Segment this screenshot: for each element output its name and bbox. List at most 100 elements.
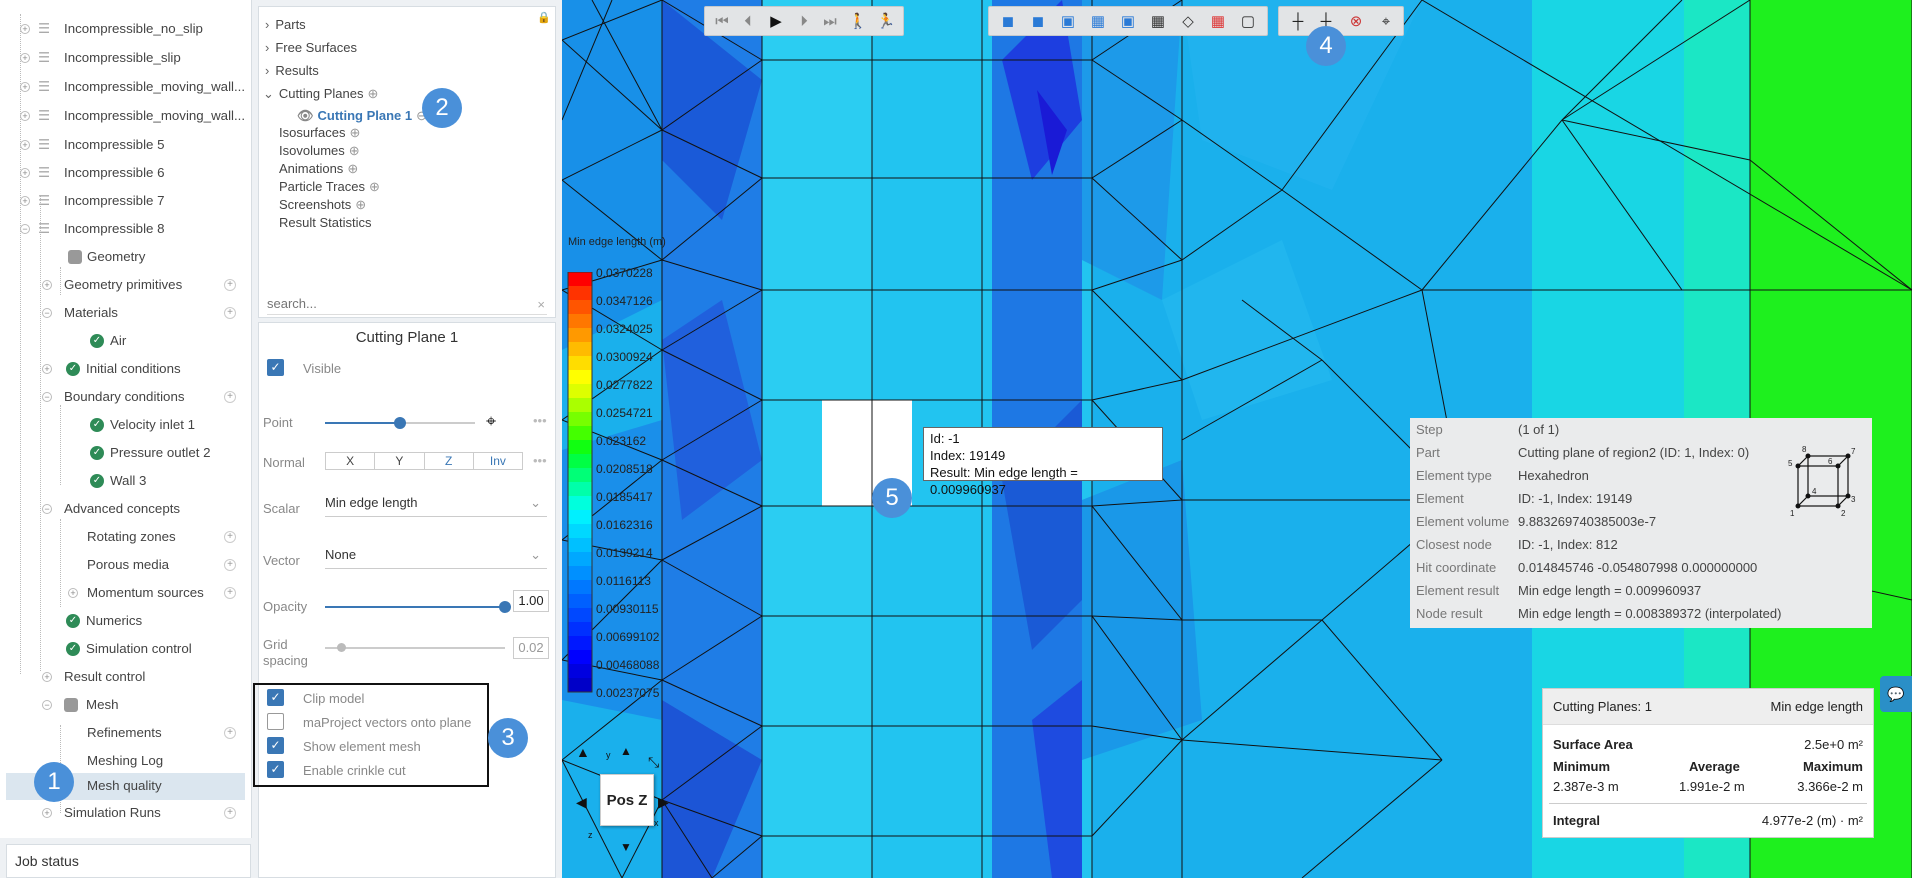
tree-item-incompressible-moving-wall-1[interactable]: + ☰ Incompressible_moving_wall... <box>0 74 250 100</box>
expand-icon[interactable]: + <box>42 672 52 682</box>
tree-item-incompressible-no-slip[interactable]: + ☰ Incompressible_no_slip <box>0 16 250 42</box>
tree-item-incompressible-7[interactable]: + ☰ Incompressible 7 <box>0 188 250 214</box>
cube-edges-icon[interactable]: ▣ <box>1057 11 1079 33</box>
obj-free-surfaces[interactable]: › Free Surfaces <box>265 39 357 57</box>
collapse-icon[interactable]: − <box>42 392 52 402</box>
obj-isosurfaces[interactable]: Isosurfaces ⊕ <box>279 124 360 142</box>
more-icon[interactable]: ••• <box>533 413 547 428</box>
expand-icon[interactable]: + <box>20 168 30 178</box>
normal-x-button[interactable]: X <box>326 453 376 469</box>
normal-y-button[interactable]: Y <box>375 453 425 469</box>
grid-spacing-input[interactable]: 0.02 <box>513 637 549 659</box>
rotate-icon[interactable]: ⤡ <box>648 754 659 771</box>
job-status-panel[interactable]: Job status <box>6 844 251 878</box>
collapse-icon[interactable]: − <box>42 504 52 514</box>
obj-animations[interactable]: Animations ⊕ <box>279 160 358 178</box>
add-icon[interactable]: + <box>224 559 236 571</box>
tree-item-rotating-zones[interactable]: Rotating zones + <box>0 524 250 550</box>
obj-result-statistics[interactable]: Result Statistics <box>279 214 371 232</box>
tree-item-mesh[interactable]: − Mesh <box>0 692 250 718</box>
red-wireframe-icon[interactable]: ▦ <box>1207 11 1229 33</box>
chevron-right-icon[interactable]: › <box>265 63 269 78</box>
object-search-input[interactable] <box>267 293 547 315</box>
add-icon[interactable]: ⊕ <box>355 197 366 212</box>
arrow-right-icon[interactable]: ▶ <box>658 794 669 811</box>
add-icon[interactable]: ⊕ <box>347 161 358 176</box>
grid-spacing-slider[interactable] <box>325 647 505 649</box>
chevron-right-icon[interactable]: › <box>265 40 269 55</box>
tree-item-incompressible-6[interactable]: + ☰ Incompressible 6 <box>0 160 250 186</box>
obj-cutting-plane-1[interactable]: 👁 Cutting Plane 1 ⊖ <box>297 107 427 125</box>
tree-item-simulation-runs[interactable]: + Simulation Runs + <box>0 800 250 826</box>
vector-select[interactable]: None ⌄ <box>325 545 547 569</box>
play-icon[interactable]: ▶ <box>765 11 787 33</box>
opacity-slider-knob[interactable] <box>499 601 511 613</box>
add-icon[interactable]: + <box>224 807 236 819</box>
opacity-input[interactable]: 1.00 <box>513 590 549 612</box>
obj-isovolumes[interactable]: Isovolumes ⊕ <box>279 142 360 160</box>
expand-icon[interactable]: + <box>42 280 52 290</box>
chat-icon[interactable]: 💬 <box>1880 676 1912 712</box>
expand-icon[interactable]: + <box>20 82 30 92</box>
collapse-icon[interactable]: − <box>42 700 52 710</box>
cube-outline-icon[interactable]: ▣ <box>1117 11 1139 33</box>
tree-item-initial-conditions[interactable]: + ✓ Initial conditions <box>0 356 250 382</box>
expand-icon[interactable]: + <box>68 588 78 598</box>
tree-item-incompressible-moving-wall-2[interactable]: + ☰ Incompressible_moving_wall... <box>0 103 250 129</box>
clip-model-checkbox[interactable]: ✓ <box>267 689 284 706</box>
tree-item-wall-3[interactable]: ✓ Wall 3 <box>0 468 250 494</box>
tree-item-porous-media[interactable]: Porous media + <box>0 552 250 578</box>
arrow-up-icon[interactable]: ▲ <box>576 744 590 760</box>
tree-item-refinements[interactable]: Refinements + <box>0 720 250 746</box>
probe-delete-icon[interactable]: ⊗ <box>1345 11 1367 33</box>
step-forward-icon[interactable]: ⏵ <box>793 11 815 33</box>
tree-item-momentum-sources[interactable]: + Momentum sources + <box>0 580 250 606</box>
lock-icon[interactable]: 🔒 <box>537 11 551 24</box>
expand-icon[interactable]: + <box>20 24 30 34</box>
tree-item-incompressible-slip[interactable]: + ☰ Incompressible_slip <box>0 45 250 71</box>
wireframe-icon[interactable]: ▦ <box>1147 11 1169 33</box>
more-icon[interactable]: ••• <box>533 453 547 468</box>
solid-edges-icon[interactable]: ◼ <box>1027 11 1049 33</box>
chevron-down-icon[interactable]: ⌄ <box>263 86 274 101</box>
normal-z-button[interactable]: Z <box>425 453 474 469</box>
obj-particle-traces[interactable]: Particle Traces ⊕ <box>279 178 380 196</box>
arrow-down-icon[interactable]: ▼ <box>620 840 632 854</box>
collapse-icon[interactable]: − <box>20 224 30 234</box>
box-icon[interactable]: ▢ <box>1237 11 1259 33</box>
add-icon[interactable]: ⊕ <box>349 143 360 158</box>
point-slider-knob[interactable] <box>394 417 406 429</box>
expand-icon[interactable]: + <box>20 111 30 121</box>
expand-icon[interactable]: + <box>42 808 52 818</box>
target-icon[interactable]: ⌖ <box>1375 11 1397 33</box>
step-back-icon[interactable]: ⏴ <box>737 11 759 33</box>
add-icon[interactable]: + <box>224 279 236 291</box>
collapse-icon[interactable]: − <box>42 308 52 318</box>
clear-search-icon[interactable]: × <box>537 297 545 312</box>
mesh-icon[interactable]: ▦ <box>1087 11 1109 33</box>
show-element-mesh-checkbox[interactable]: ✓ <box>267 737 284 754</box>
obj-parts[interactable]: › Parts <box>265 16 306 34</box>
crosshair-icon[interactable]: ⌖ <box>486 411 496 432</box>
tree-item-incompressible-8[interactable]: − ☰ Incompressible 8 <box>0 216 250 242</box>
tree-item-pressure-outlet-2[interactable]: ✓ Pressure outlet 2 <box>0 440 250 466</box>
arrow-left-icon[interactable]: ◀ <box>576 794 587 811</box>
eye-icon[interactable]: 👁 <box>297 108 314 123</box>
tree-item-result-control[interactable]: + Result control <box>0 664 250 690</box>
tree-item-geometry-primitives[interactable]: + Geometry primitives + <box>0 272 250 298</box>
expand-icon[interactable]: + <box>20 53 30 63</box>
add-icon[interactable]: + <box>224 727 236 739</box>
tree-item-numerics[interactable]: ✓ Numerics <box>0 608 250 634</box>
grid-spacing-knob[interactable] <box>337 643 346 652</box>
tree-item-materials[interactable]: − Materials + <box>0 300 250 326</box>
transparent-icon[interactable]: ◇ <box>1177 11 1199 33</box>
obj-screenshots[interactable]: Screenshots ⊕ <box>279 196 366 214</box>
skip-end-icon[interactable]: ⏭ <box>819 11 841 33</box>
skip-start-icon[interactable]: ⏮ <box>711 11 733 33</box>
crinkle-cut-checkbox[interactable]: ✓ <box>267 761 284 778</box>
tree-item-geometry[interactable]: Geometry <box>0 244 250 270</box>
tree-item-simulation-control[interactable]: ✓ Simulation control <box>0 636 250 662</box>
tree-item-boundary-conditions[interactable]: − Boundary conditions + <box>0 384 250 410</box>
run-icon[interactable]: 🏃 <box>875 11 897 33</box>
solid-view-icon[interactable]: ◼ <box>997 11 1019 33</box>
